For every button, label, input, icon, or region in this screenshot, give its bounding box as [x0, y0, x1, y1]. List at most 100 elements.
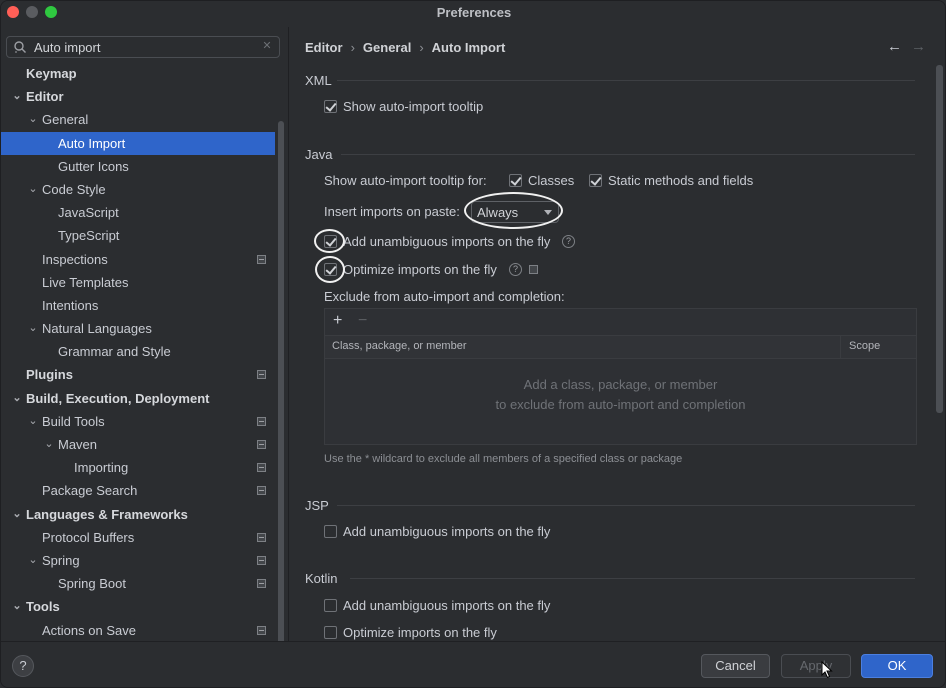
java-classes-checkbox[interactable] — [509, 174, 522, 187]
sidebar-item-label: Gutter Icons — [58, 158, 129, 174]
column-divider — [840, 336, 841, 359]
project-scope-icon — [257, 463, 266, 473]
java-optimize-imports-label: Optimize imports on the fly — [343, 262, 497, 277]
back-arrow-icon[interactable]: ← — [887, 38, 902, 55]
sidebar-item-label: General — [42, 112, 89, 128]
column-header-scope[interactable]: Scope — [849, 340, 880, 352]
section-title-kotlin: Kotlin — [305, 571, 338, 586]
sidebar-item-maven[interactable]: ⌄ Maven — [1, 433, 275, 456]
kotlin-optimize-imports-checkbox[interactable] — [324, 626, 337, 639]
sidebar-item-typescript[interactable]: TypeScript — [1, 224, 275, 247]
kotlin-add-unambiguous-checkbox[interactable] — [324, 599, 337, 612]
sidebar-item-grammar-and-style[interactable]: Grammar and Style — [1, 340, 275, 363]
project-scope-icon — [257, 416, 266, 426]
help-icon[interactable]: ? — [509, 263, 522, 276]
content-scrollbar[interactable] — [936, 65, 943, 413]
annotation-circle — [464, 192, 563, 229]
section-title-java: Java — [305, 147, 333, 162]
kotlin-add-unambiguous-label: Add unambiguous imports on the fly — [343, 598, 551, 613]
sidebar-item-label: Protocol Buffers — [42, 529, 135, 545]
kotlin-optimize-imports-label: Optimize imports on the fly — [343, 625, 497, 640]
project-scope-icon — [257, 254, 266, 264]
sidebar-item-package-search[interactable]: Package Search — [1, 479, 275, 502]
chevron-down-icon[interactable]: ⌄ — [11, 503, 23, 526]
sidebar-item-intentions[interactable]: Intentions — [1, 294, 275, 317]
exclude-table: + − Class, package, or member Scope Add … — [324, 308, 917, 445]
ok-button[interactable]: OK — [861, 654, 933, 678]
table-header: Class, package, or member Scope — [325, 336, 916, 359]
title-bar: Preferences — [1, 1, 945, 25]
search-icon — [14, 41, 26, 53]
sidebar-item-protocol-buffers[interactable]: Protocol Buffers — [1, 526, 275, 549]
sidebar-item-gutter-icons[interactable]: Gutter Icons — [1, 155, 275, 178]
sidebar-item-build-execution-deployment[interactable]: ⌄ Build, Execution, Deployment — [1, 387, 275, 410]
sidebar-item-languages-frameworks[interactable]: ⌄ Languages & Frameworks — [1, 503, 275, 526]
sidebar-item-importing[interactable]: Importing — [1, 456, 275, 479]
section-title-xml: XML — [305, 73, 332, 88]
breadcrumb-editor[interactable]: Editor — [305, 40, 343, 55]
empty-text-line1: Add a class, package, or member — [523, 377, 718, 392]
column-header-class[interactable]: Class, package, or member — [332, 340, 467, 352]
mouse-cursor-icon — [821, 661, 833, 679]
project-scope-icon — [257, 440, 266, 449]
project-scope-icon — [529, 265, 538, 274]
sidebar-item-label: Spring — [42, 552, 80, 568]
help-icon[interactable]: ? — [562, 235, 575, 248]
chevron-down-icon[interactable]: ⌄ — [11, 85, 23, 108]
cancel-button[interactable]: Cancel — [701, 654, 770, 678]
java-classes-label: Classes — [528, 173, 575, 188]
sidebar-item-keymap[interactable]: Keymap — [1, 62, 275, 85]
sidebar-item-plugins[interactable]: Plugins — [1, 363, 275, 386]
jsp-add-unambiguous-label: Add unambiguous imports on the fly — [343, 524, 551, 539]
chevron-down-icon[interactable]: ⌄ — [27, 108, 39, 131]
sidebar-item-label: Package Search — [42, 483, 138, 499]
sidebar-item-spring[interactable]: ⌄ Spring — [1, 549, 275, 572]
sidebar-item-natural-languages[interactable]: ⌄ Natural Languages — [1, 317, 275, 340]
breadcrumb-separator: › — [419, 40, 424, 55]
project-scope-icon — [257, 555, 266, 565]
chevron-down-icon[interactable]: ⌄ — [27, 317, 39, 340]
chevron-down-icon[interactable]: ⌄ — [27, 549, 39, 572]
sidebar-item-actions-on-save[interactable]: Actions on Save — [1, 619, 275, 642]
sidebar-item-tools[interactable]: ⌄ Tools — [1, 595, 275, 618]
sidebar-item-label: Build, Execution, Deployment — [26, 390, 210, 406]
sidebar-item-label: Natural Languages — [42, 321, 152, 337]
chevron-down-icon[interactable]: ⌄ — [11, 387, 23, 410]
section-title-jsp: JSP — [305, 498, 329, 513]
chevron-down-icon[interactable]: ⌄ — [27, 410, 39, 433]
settings-search-input[interactable]: Auto import ✕ — [6, 36, 280, 58]
project-scope-icon — [257, 370, 266, 380]
jsp-add-unambiguous-checkbox[interactable] — [324, 525, 337, 538]
annotation-circle — [315, 256, 345, 283]
sidebar-scrollbar[interactable] — [278, 121, 284, 641]
sidebar-item-inspections[interactable]: Inspections — [1, 248, 275, 271]
section-divider — [337, 505, 915, 506]
annotation-circle — [314, 229, 345, 253]
sidebar-item-general[interactable]: ⌄ General — [1, 108, 275, 131]
remove-icon[interactable]: − — [358, 312, 367, 330]
sidebar-item-auto-import[interactable]: Auto Import — [1, 131, 275, 155]
chevron-down-icon[interactable]: ⌄ — [11, 595, 23, 618]
sidebar-item-spring-boot[interactable]: Spring Boot — [1, 572, 275, 595]
chevron-down-icon[interactable]: ⌄ — [27, 178, 39, 201]
sidebar-item-live-templates[interactable]: Live Templates — [1, 271, 275, 294]
sidebar-item-javascript[interactable]: JavaScript — [1, 201, 275, 224]
help-button[interactable]: ? — [12, 655, 34, 677]
xml-show-tooltip-checkbox[interactable] — [324, 100, 337, 113]
java-static-methods-checkbox[interactable] — [589, 174, 602, 187]
sidebar-item-editor[interactable]: ⌄ Editor — [1, 85, 275, 108]
forward-arrow-icon[interactable]: → — [911, 38, 926, 55]
sidebar-item-build-tools[interactable]: ⌄ Build Tools — [1, 410, 275, 433]
java-static-methods-label: Static methods and fields — [608, 173, 754, 188]
sidebar-item-label: Build Tools — [42, 413, 105, 429]
section-divider — [341, 154, 915, 155]
preferences-window: Preferences Auto import ✕ Keymap ⌄ Editor ⌄… — [0, 0, 946, 688]
sidebar-item-code-style[interactable]: ⌄ Code Style — [1, 178, 275, 201]
sidebar-item-label: Importing — [74, 460, 129, 476]
chevron-down-icon[interactable]: ⌄ — [43, 433, 55, 456]
breadcrumb-auto-import: Auto Import — [431, 40, 506, 55]
add-icon[interactable]: + — [333, 312, 342, 330]
breadcrumb-general[interactable]: General — [363, 40, 411, 55]
apply-button[interactable]: Apply — [781, 654, 851, 678]
clear-search-icon[interactable]: ✕ — [261, 40, 273, 52]
